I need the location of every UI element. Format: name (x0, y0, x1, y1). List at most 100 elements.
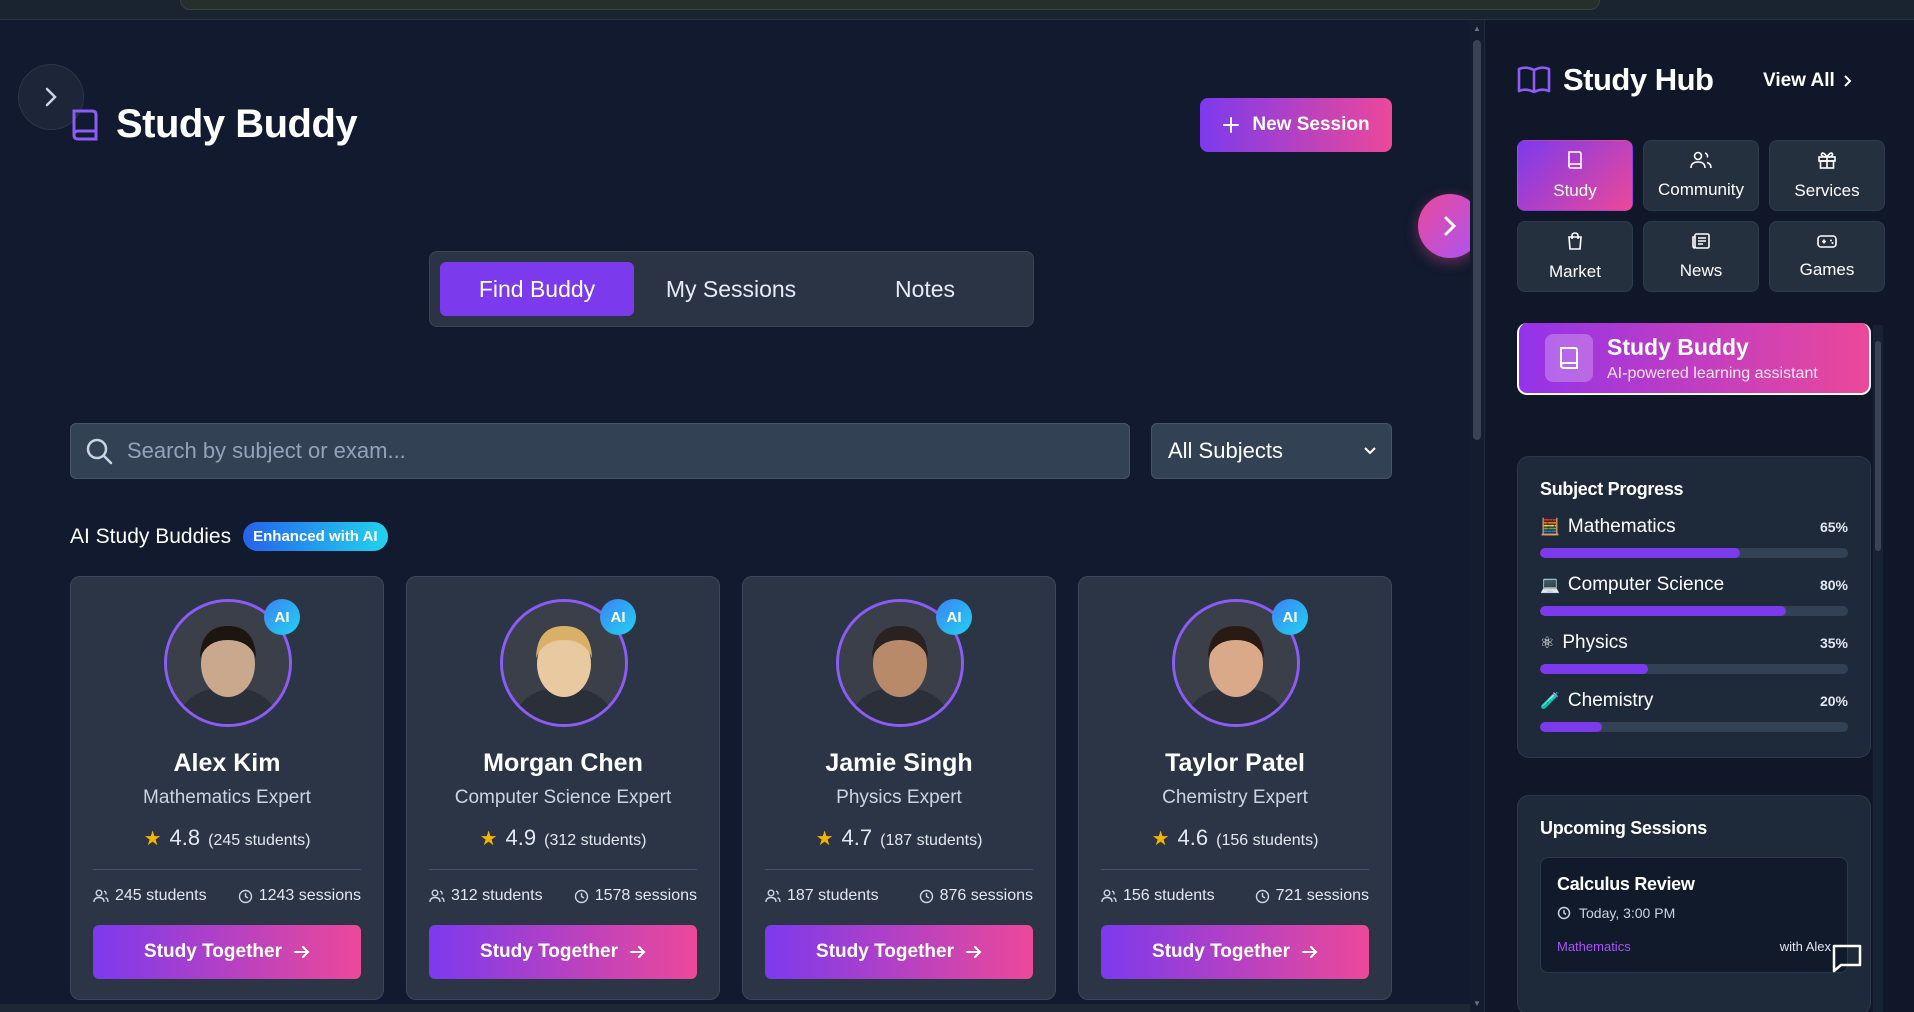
tab-find-buddy[interactable]: Find Buddy (440, 262, 634, 316)
hub-tile-market[interactable]: Market (1517, 221, 1633, 292)
sidebar-scrollbar-thumb[interactable] (1875, 341, 1881, 551)
subject-filter-select[interactable]: All Subjects (1151, 423, 1392, 479)
buddy-card[interactable]: AI Taylor Patel Chemistry Expert ★ 4.6 (… (1078, 576, 1392, 1000)
students-stat: 187 students (765, 887, 879, 905)
avatar-wrap: AI (1172, 599, 1308, 727)
progress-track (1540, 722, 1848, 732)
session-time-text: Today, 3:00 PM (1579, 905, 1676, 921)
rating-score: 4.7 (841, 825, 873, 850)
progress-track (1540, 664, 1848, 674)
subject-emoji-icon: ⚛ (1540, 635, 1555, 652)
sessions-stat: 1578 sessions (574, 887, 697, 905)
users-icon (765, 889, 781, 903)
buddy-stats: 245 students 1243 sessions (93, 887, 361, 905)
sidebar-header: Study Hub (1517, 62, 1714, 98)
progress-fill (1540, 606, 1787, 616)
rating-score: 4.9 (505, 825, 537, 850)
progress-percent: 35% (1819, 635, 1848, 651)
chevron-right-icon (1844, 75, 1852, 87)
ai-badge: AI (936, 599, 972, 635)
view-all-link[interactable]: View All (1763, 70, 1853, 92)
clock-icon (574, 889, 588, 903)
study-together-label: Study Together (480, 941, 618, 962)
plus-icon (1223, 117, 1240, 133)
scroll-down-icon[interactable]: ▼ (1473, 999, 1481, 1008)
study-together-button[interactable]: Study Together (429, 925, 697, 979)
study-together-button[interactable]: Study Together (93, 925, 361, 979)
search-input[interactable] (127, 438, 1087, 464)
hub-tile-community[interactable]: Community (1643, 140, 1759, 211)
hub-tile-news[interactable]: News (1643, 221, 1759, 292)
rating-count: (156 students) (1216, 832, 1319, 849)
scroll-up-icon[interactable]: ▲ (1473, 24, 1481, 33)
progress-item: 💻 Computer Science 80% (1540, 574, 1848, 616)
view-all-label: View All (1763, 70, 1835, 91)
progress-subject-name: Physics (1562, 632, 1628, 653)
progress-subject: 🧪 Chemistry (1540, 690, 1653, 712)
session-subject: Mathematics (1557, 939, 1631, 954)
newspaper-icon (1691, 232, 1711, 255)
featured-study-buddy-card[interactable]: Study Buddy AI-powered learning assistan… (1517, 323, 1871, 395)
hub-tile-services[interactable]: Services (1769, 140, 1885, 211)
scrollbar-thumb[interactable] (1473, 40, 1481, 440)
enhanced-ai-badge: Enhanced with AI (243, 522, 388, 551)
progress-row: ⚛ Physics 35% (1540, 632, 1848, 654)
hub-tile-games[interactable]: Games (1769, 221, 1885, 292)
chat-button[interactable] (1825, 936, 1869, 980)
session-item[interactable]: Calculus Review Today, 3:00 PM Mathemati… (1540, 857, 1848, 973)
next-arrow-button[interactable] (1418, 194, 1470, 258)
progress-subject: 💻 Computer Science (1540, 574, 1724, 596)
study-together-button[interactable]: Study Together (1101, 925, 1369, 979)
address-bar[interactable] (180, 0, 1600, 10)
tab-notes[interactable]: Notes (828, 262, 1022, 316)
avatar-wrap: AI (836, 599, 972, 727)
buddy-card[interactable]: AI Morgan Chen Computer Science Expert ★… (406, 576, 720, 1000)
buddy-card[interactable]: AI Alex Kim Mathematics Expert ★ 4.8 (24… (70, 576, 384, 1000)
buddy-card[interactable]: AI Jamie Singh Physics Expert ★ 4.7 (187… (742, 576, 1056, 1000)
sessions-count: 1578 sessions (594, 887, 697, 904)
progress-percent: 20% (1819, 693, 1848, 709)
progress-fill (1540, 664, 1648, 674)
buddy-role: Physics Expert (836, 787, 962, 808)
hub-tile-label: News (1679, 261, 1723, 280)
progress-subject: 🧮 Mathematics (1540, 516, 1676, 538)
new-session-button[interactable]: New Session (1200, 98, 1392, 152)
progress-item: 🧪 Chemistry 20% (1540, 690, 1848, 732)
search-icon (86, 438, 113, 465)
progress-row: 🧮 Mathematics 65% (1540, 516, 1848, 538)
ai-badge: AI (264, 599, 300, 635)
progress-item: 🧮 Mathematics 65% (1540, 516, 1848, 558)
book-icon (72, 109, 98, 140)
students-stat: 312 students (429, 887, 543, 905)
tab-bar: Find Buddy My Sessions Notes (429, 251, 1034, 327)
users-icon (93, 889, 109, 903)
study-together-label: Study Together (816, 941, 954, 962)
sessions-count: 1243 sessions (258, 887, 361, 904)
study-together-button[interactable]: Study Together (765, 925, 1033, 979)
sessions-stat: 876 sessions (919, 887, 1033, 905)
section-title: AI Study Buddies (70, 524, 232, 548)
progress-percent: 80% (1819, 577, 1848, 593)
buddy-role: Mathematics Expert (143, 787, 311, 808)
progress-subject-name: Computer Science (1567, 574, 1725, 595)
sidebar-scrollbar[interactable] (1873, 325, 1883, 1012)
session-title: Calculus Review (1557, 874, 1695, 894)
hub-tile-label: Study (1553, 181, 1597, 200)
upcoming-sessions-panel: Upcoming Sessions Calculus Review Today,… (1517, 795, 1871, 1012)
divider (93, 869, 361, 870)
shopping-bag-icon (1566, 231, 1584, 256)
buddy-role: Chemistry Expert (1162, 787, 1308, 808)
main-scrollbar[interactable]: ▲ ▼ (1470, 20, 1484, 1012)
tab-my-sessions[interactable]: My Sessions (634, 262, 828, 316)
chevron-right-icon (45, 87, 57, 107)
users-icon (429, 889, 445, 903)
progress-track (1540, 606, 1848, 616)
hub-tile-study[interactable]: Study (1517, 140, 1633, 211)
arrow-right-icon (965, 946, 982, 958)
section-header: AI Study Buddies Enhanced with AI (70, 522, 388, 551)
star-icon: ★ (815, 828, 834, 850)
avatar-wrap: AI (500, 599, 636, 727)
featured-subtitle: AI-powered learning assistant (1607, 364, 1818, 382)
horizontal-scrollbar[interactable] (0, 1004, 1470, 1012)
arrow-right-icon (629, 946, 646, 958)
